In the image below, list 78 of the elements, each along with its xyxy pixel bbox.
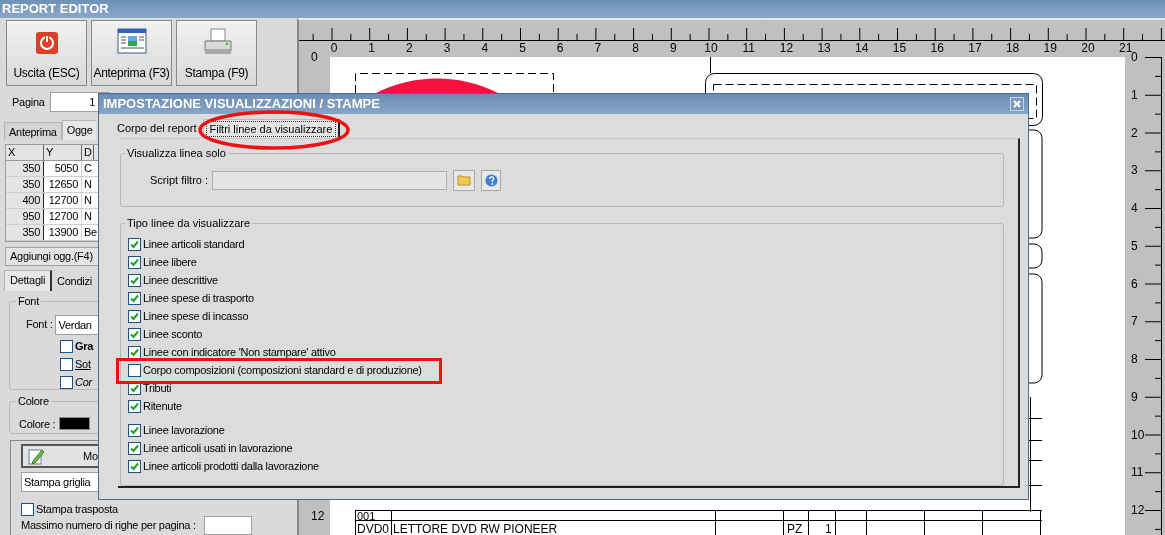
report-text: LETTORE DVD RW PIONEER [393, 522, 558, 535]
ruler-number: 5 [1131, 239, 1138, 252]
ruler-number: 1 [368, 41, 376, 55]
ruler-number: 4 [481, 41, 489, 55]
ruler-number: 18 [1005, 41, 1020, 55]
ruler-number: 4 [1131, 202, 1138, 214]
ruler-number: 12 [1131, 504, 1145, 516]
ruler-number: 20 [1081, 41, 1095, 55]
report-text: 001 [357, 511, 376, 521]
checkbox-label: Linee articoli prodotti dalla lavorazione [143, 460, 319, 474]
checkbox-label: Linee sconto [143, 328, 203, 342]
report-text: DVD0 [357, 522, 389, 535]
ruler-number: 7 [1131, 315, 1138, 328]
table-cell-text: C [83, 161, 93, 176]
table-cell: 5050 [44, 161, 82, 176]
page-label: Pagina [11, 94, 46, 110]
table-cell: 950 [6, 209, 44, 224]
ruler-number: 5 [519, 41, 526, 55]
checkbox-label: Corpo composizioni (composizioni standard e di produzione) [143, 364, 422, 378]
checkbox-label: Linee descrittive [143, 274, 218, 288]
table-cell-text: N [83, 193, 93, 208]
ruler-number: 0 [311, 51, 318, 63]
table-cell-text: N [83, 209, 93, 224]
report-text: 1 [825, 522, 832, 535]
ruler-number: 19 [1043, 41, 1057, 55]
ruler-number: 7 [594, 41, 602, 55]
ruler-number: 6 [556, 41, 564, 55]
ruler-number: 10 [1131, 428, 1145, 441]
ruler-number: 12 [311, 510, 325, 522]
checkbox-label: Linee articoli standard [143, 238, 245, 252]
ruler-number: 13 [817, 41, 831, 55]
checkbox-label: Stampa trasposta [36, 502, 118, 516]
ruler-number: 12 [779, 41, 794, 55]
ruler-number: 10 [704, 41, 718, 55]
checkbox-label: Sot [75, 357, 91, 371]
table-cell: 13900 [44, 225, 82, 240]
ruler-number: 17 [968, 41, 982, 55]
checkbox-label: Linee lavorazione [143, 424, 225, 438]
checkbox-label: Ritenute [143, 400, 182, 414]
field-label: Colore : [19, 416, 56, 432]
field-label: Massimo numero di righe per pagina : [21, 518, 197, 534]
ruler-number: 0 [330, 41, 338, 55]
table-cell: 12700 [44, 209, 82, 224]
checkbox-label: Linee con indicatore 'Non stampare' attivo [143, 346, 336, 360]
table-cell: 350 [6, 177, 44, 192]
ruler-number: 0 [1131, 51, 1138, 63]
table-cell: 350 [6, 225, 44, 240]
ruler-number: 1 [1131, 88, 1138, 101]
ruler-number: 3 [1131, 164, 1138, 177]
checkbox-label: Cor [75, 375, 92, 389]
ruler-number: 9 [669, 41, 677, 55]
ruler-number: 14 [855, 41, 869, 55]
field-label: Font : [26, 317, 53, 333]
ruler-number: 8 [632, 41, 639, 55]
table-cell-text: N [83, 177, 93, 192]
report-text: PZ [787, 522, 803, 535]
checkbox-label: Linee spese di trasporto [143, 292, 254, 306]
checkbox-label: Gra [75, 339, 94, 353]
table-cell: 350 [6, 161, 44, 176]
ruler-number: 8 [1131, 353, 1138, 365]
ruler-number: 3 [443, 41, 451, 55]
checkbox-label: Linee articoli usati in lavorazione [143, 442, 293, 456]
ruler-number: 15 [892, 41, 907, 55]
table-cell: 12700 [44, 193, 82, 208]
field-label: Script filtro : [150, 173, 209, 189]
ruler-number: 9 [1131, 390, 1138, 403]
ruler-number: 11 [1131, 466, 1144, 479]
checkbox-label: Linee spese di incasso [143, 310, 249, 324]
table-cell: 12650 [44, 177, 82, 192]
checkbox-label: Linee libere [143, 256, 197, 270]
ruler-number: 16 [930, 41, 944, 55]
table-cell: 400 [6, 193, 44, 208]
ruler-number: 2 [1131, 126, 1138, 139]
window-title: REPORT EDITOR [0, 0, 1165, 18]
ruler-number: 11 [742, 41, 755, 55]
ruler-number: 6 [1131, 277, 1138, 290]
ruler-number: 2 [406, 41, 413, 55]
checkbox-label: Tributi [143, 382, 172, 396]
